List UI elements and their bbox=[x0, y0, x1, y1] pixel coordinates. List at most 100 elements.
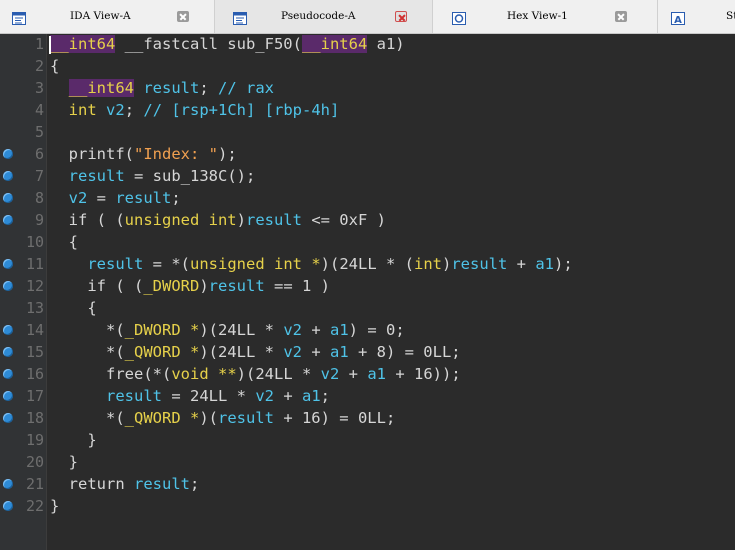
close-icon[interactable] bbox=[395, 11, 407, 22]
breakpoint-dot-icon[interactable] bbox=[3, 347, 13, 357]
code-text: if ( (_DWORD)result == 1 ) bbox=[50, 277, 330, 295]
code-token: ; bbox=[190, 475, 200, 493]
code-token: a1 bbox=[329, 343, 349, 361]
breakpoint-dot-icon[interactable] bbox=[3, 391, 13, 401]
code-line[interactable]: 7 result = sub_138C(); bbox=[0, 166, 735, 188]
tab-label: IDA View-A bbox=[70, 10, 131, 22]
code-token: { bbox=[50, 57, 60, 75]
code-token: result bbox=[451, 255, 508, 273]
line-number: 1 bbox=[34, 35, 44, 53]
tab-pseudocode-a[interactable]: Pseudocode-A bbox=[215, 0, 433, 33]
code-text: __int64 result; // rax bbox=[50, 79, 274, 97]
code-token: + 8) = 0LL; bbox=[348, 343, 461, 361]
breakpoint-dot-icon[interactable] bbox=[3, 325, 13, 335]
line-number: 21 bbox=[25, 475, 44, 493]
code-token: ; bbox=[124, 101, 144, 119]
code-token: + 16)); bbox=[386, 365, 461, 383]
code-token: <= 0xF ) bbox=[301, 211, 386, 229]
code-token: result bbox=[217, 409, 274, 427]
breakpoint-dot-icon[interactable] bbox=[3, 171, 13, 181]
line-number: 4 bbox=[34, 101, 44, 119]
code-line[interactable]: 20 } bbox=[0, 452, 735, 474]
code-line[interactable]: 6 printf("Index: "); bbox=[0, 144, 735, 166]
code-token: a1 bbox=[535, 255, 554, 273]
code-token: result bbox=[134, 475, 190, 493]
code-token: // [rsp+1Ch] [rbp-4h] bbox=[143, 101, 340, 119]
line-number: 12 bbox=[25, 277, 44, 295]
tab-hex-view-1[interactable]: Hex View-1 bbox=[433, 0, 658, 33]
line-number: 8 bbox=[34, 189, 44, 207]
code-token: + bbox=[339, 365, 368, 383]
close-icon[interactable] bbox=[177, 11, 189, 22]
code-text: if ( (unsigned int)result <= 0xF ) bbox=[50, 211, 386, 229]
code-token: = *( bbox=[143, 255, 190, 273]
code-line[interactable]: 14 *(_DWORD *)(24LL * v2 + a1) = 0; bbox=[0, 320, 735, 342]
code-token: result bbox=[115, 189, 172, 207]
close-icon[interactable] bbox=[615, 11, 627, 22]
code-line[interactable]: 1 __int64 __fastcall sub_F50(__int64 a1) bbox=[0, 34, 735, 56]
breakpoint-dot-icon[interactable] bbox=[3, 479, 13, 489]
code-token: __int64 bbox=[68, 79, 134, 97]
code-token: ) = 0; bbox=[348, 321, 405, 339]
code-token: )(24LL * bbox=[199, 343, 284, 361]
code-token: ); bbox=[554, 255, 573, 273]
code-token: = 24LL * bbox=[162, 387, 256, 405]
code-token: a1 bbox=[367, 365, 386, 383]
code-token: ); bbox=[218, 145, 237, 163]
code-text: result = sub_138C(); bbox=[50, 167, 256, 185]
breakpoint-dot-icon[interactable] bbox=[3, 413, 13, 423]
code-token: if ( ( bbox=[50, 277, 144, 295]
breakpoint-dot-icon[interactable] bbox=[3, 259, 13, 269]
breakpoint-dot-icon[interactable] bbox=[3, 193, 13, 203]
code-line[interactable]: 15 *(_QWORD *)(24LL * v2 + a1 + 8) = 0LL… bbox=[0, 342, 735, 364]
code-token: )(24LL * bbox=[236, 365, 321, 383]
tab-ida-view-a[interactable]: IDA View-A bbox=[0, 0, 215, 33]
breakpoint-dot-icon[interactable] bbox=[3, 215, 13, 225]
line-number: 22 bbox=[25, 497, 44, 515]
code-token: )(24LL * bbox=[199, 321, 284, 339]
code-line[interactable]: 2{ bbox=[0, 56, 735, 78]
code-line[interactable]: 12 if ( (_DWORD)result == 1 ) bbox=[0, 276, 735, 298]
code-token: free(*( bbox=[50, 365, 172, 383]
code-text: *(_QWORD *)(result + 16) = 0LL; bbox=[50, 409, 395, 427]
code-token: result bbox=[245, 211, 302, 229]
code-line[interactable]: 22} bbox=[0, 496, 735, 518]
breakpoint-dot-icon[interactable] bbox=[3, 281, 13, 291]
code-line[interactable]: 4 int v2; // [rsp+1Ch] [rbp-4h] bbox=[0, 100, 735, 122]
code-token: void ** bbox=[171, 365, 237, 383]
code-token: = bbox=[87, 189, 116, 207]
breakpoint-dot-icon[interactable] bbox=[3, 501, 13, 511]
code-line[interactable]: 3 __int64 result; // rax bbox=[0, 78, 735, 100]
code-line[interactable]: 11 result = *(unsigned int *)(24LL * (in… bbox=[0, 254, 735, 276]
tab-structures[interactable]: A St bbox=[658, 0, 735, 33]
code-line[interactable]: 19 } bbox=[0, 430, 735, 452]
code-line[interactable]: 10 { bbox=[0, 232, 735, 254]
code-line[interactable]: 13 { bbox=[0, 298, 735, 320]
breakpoint-dot-icon[interactable] bbox=[3, 369, 13, 379]
code-line[interactable]: 5 bbox=[0, 122, 735, 144]
code-token: == 1 ) bbox=[264, 277, 330, 295]
code-text: result = *(unsigned int *)(24LL * (int)r… bbox=[50, 255, 573, 273]
pseudocode-editor[interactable]: 1 __int64 __fastcall sub_F50(__int64 a1) 2… bbox=[0, 34, 735, 550]
svg-text:A: A bbox=[674, 15, 682, 25]
code-line[interactable]: 8 v2 = result; bbox=[0, 188, 735, 210]
code-token: ; bbox=[199, 79, 219, 97]
code-text: return result; bbox=[50, 475, 200, 493]
code-line[interactable]: 16 free(*(void **)(24LL * v2 + a1 + 16))… bbox=[0, 364, 735, 386]
code-token: // rax bbox=[218, 79, 275, 97]
code-line[interactable]: 21 return result; bbox=[0, 474, 735, 496]
code-line[interactable]: 9 if ( (unsigned int)result <= 0xF ) bbox=[0, 210, 735, 232]
code-line[interactable]: 17 result = 24LL * v2 + a1; bbox=[0, 386, 735, 408]
code-line[interactable]: 18 *(_QWORD *)(result + 16) = 0LL; bbox=[0, 408, 735, 430]
line-number: 3 bbox=[34, 79, 44, 97]
line-number: 9 bbox=[34, 211, 44, 229]
code-token: )( bbox=[199, 409, 218, 427]
code-token: __fastcall sub_F50( bbox=[115, 35, 302, 53]
tab-label: Hex View-1 bbox=[507, 10, 568, 22]
breakpoint-dot-icon[interactable] bbox=[3, 149, 13, 159]
code-token: a1 bbox=[302, 387, 321, 405]
code-token: *( bbox=[50, 409, 125, 427]
